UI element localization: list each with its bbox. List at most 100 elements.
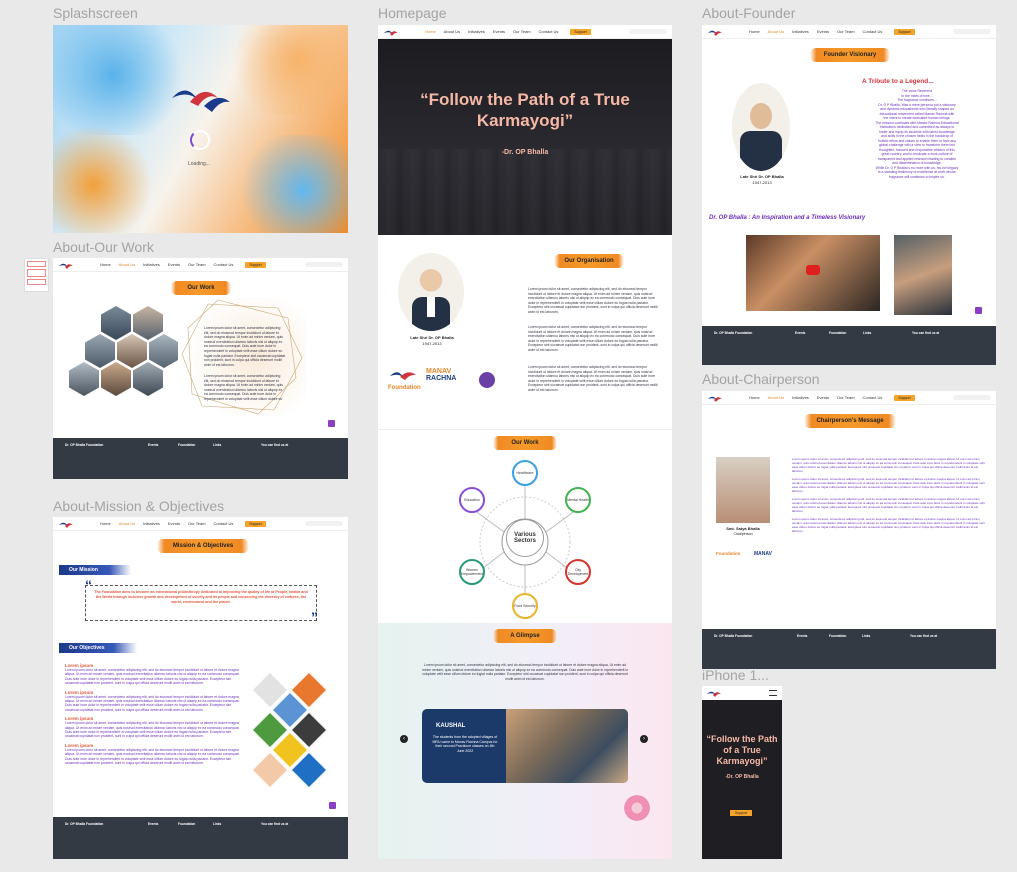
search-input[interactable] — [305, 521, 343, 526]
nav-contact[interactable]: Contact Us — [214, 262, 234, 267]
mission-footer: Dr. OP Bhalla Foundation Events Foundati… — [53, 817, 348, 859]
glimpse-heading: A Glimpse — [493, 629, 557, 643]
hex-photo-3 — [85, 334, 115, 368]
org-person-name: Late Shri Dr. OP Bhalla — [410, 335, 454, 340]
nav-contact[interactable]: Contact Us — [863, 29, 883, 34]
nav-logo-icon[interactable] — [58, 261, 74, 269]
nav-contact[interactable]: Contact Us — [539, 29, 559, 34]
carousel-next-icon[interactable]: › — [640, 735, 648, 743]
our-organisation-heading: Our Organisation — [554, 254, 624, 268]
nav-initiatives[interactable]: Initiatives — [468, 29, 485, 34]
support-button[interactable]: Support — [570, 28, 591, 35]
glimpse-card-text: The students from the adopted villages o… — [432, 735, 498, 753]
frame-label-founder: About-Founder — [702, 5, 796, 21]
nav-home[interactable]: Home — [749, 395, 760, 400]
nav-about[interactable]: About Us — [768, 395, 784, 400]
loading-text: Loading... — [188, 161, 210, 167]
tribute-heading: A Tribute to a Legend... — [862, 78, 934, 85]
mission-nav: Home About Us Initiatives Events Our Tea… — [53, 517, 348, 531]
nav-events[interactable]: Events — [817, 29, 829, 34]
nav-home[interactable]: Home — [100, 262, 111, 267]
sector-healthcare[interactable]: Healthcare — [512, 460, 538, 486]
founder-footer: Dr. OP Bhalla Foundation Events Foundati… — [702, 326, 996, 365]
homepage-nav: Home About Us Initiatives Events Our Tea… — [378, 25, 672, 39]
nav-logo-icon[interactable] — [706, 689, 722, 697]
nav-team[interactable]: Our Team — [837, 29, 855, 34]
nav-about[interactable]: About Us — [444, 29, 460, 34]
founder-visionary-heading: Founder Visionary — [810, 48, 890, 62]
nav-contact[interactable]: Contact Us — [863, 395, 883, 400]
search-input[interactable] — [953, 395, 991, 400]
scroll-top-icon[interactable] — [329, 802, 336, 809]
support-button[interactable]: Support — [894, 28, 915, 35]
chair-nav: Home About Us Initiatives Events Our Tea… — [702, 391, 996, 405]
quote-close-icon: ” — [311, 609, 318, 625]
search-input[interactable] — [629, 29, 667, 34]
ourwork-footer: Dr. OP Bhalla Foundation Events Foundati… — [53, 438, 348, 479]
nav-team[interactable]: Our Team — [513, 29, 531, 34]
support-button[interactable]: Support — [245, 520, 266, 527]
nav-initiatives[interactable]: Initiatives — [792, 395, 809, 400]
glimpse-card-title: KAUSHAL — [436, 723, 466, 729]
nav-team[interactable]: Our Team — [188, 262, 206, 267]
chairperson-photo — [716, 457, 770, 523]
nav-about[interactable]: About Us — [768, 29, 784, 34]
glimpse-card[interactable]: KAUSHAL The students from the adopted vi… — [422, 709, 628, 783]
nav-events[interactable]: Events — [817, 395, 829, 400]
sector-city-development[interactable]: City Development — [565, 559, 591, 585]
nav-logo-icon[interactable] — [707, 28, 723, 36]
nav-about[interactable]: About Us — [119, 521, 135, 526]
nav-logo-icon[interactable] — [383, 28, 399, 36]
carousel-prev-icon[interactable]: ‹ — [400, 735, 408, 743]
video-player[interactable] — [746, 235, 880, 311]
nav-contact[interactable]: Contact Us — [214, 521, 234, 526]
support-button[interactable]: Support — [894, 394, 915, 401]
mission-text: The Foundation aims to become an interna… — [94, 590, 308, 604]
our-mission-heading: Our Mission — [59, 565, 131, 575]
splash-frame: Loading... — [53, 25, 348, 233]
nav-events[interactable]: Events — [168, 262, 180, 267]
founder-photo-2 — [894, 235, 952, 315]
iphone-quote: “Follow the Path of a True Karmayogi” — [706, 734, 778, 766]
nav-initiatives[interactable]: Initiatives — [143, 262, 160, 267]
nav-team[interactable]: Our Team — [188, 521, 206, 526]
nav-logo-icon[interactable] — [58, 520, 74, 528]
org-text-2: Lorem ipsum dolor sit amet, consectetur … — [528, 325, 658, 352]
nav-events[interactable]: Events — [168, 521, 180, 526]
hex-photo-1 — [101, 306, 131, 340]
tribute-poem: The voice Reverend In the mists of time.… — [875, 89, 959, 179]
nav-about[interactable]: About Us — [119, 262, 135, 267]
mission-box: The Foundation aims to become an interna… — [85, 585, 317, 621]
nav-team[interactable]: Our Team — [837, 395, 855, 400]
nav-initiatives[interactable]: Initiatives — [143, 521, 160, 526]
nav-home[interactable]: Home — [100, 521, 111, 526]
ourwork-nav: Home About Us Initiatives Events Our Tea… — [53, 258, 348, 272]
frame-label-splash: Splashscreen — [53, 5, 138, 21]
search-input[interactable] — [305, 262, 343, 267]
glimpse-section: A Glimpse Lorem ipsum dolor sit amet, co… — [378, 623, 672, 859]
sector-mental-health[interactable]: Mental Health — [565, 487, 591, 513]
frame-label-home: Homepage — [378, 5, 447, 21]
chair-role: Chairperson — [733, 532, 753, 536]
frame-label-ourwork: About-Our Work — [53, 239, 154, 255]
hex-photo-5 — [149, 334, 179, 368]
hamburger-menu-icon[interactable] — [769, 690, 777, 696]
scroll-top-icon[interactable] — [328, 420, 335, 427]
sector-food-security[interactable]: Food Security — [512, 593, 538, 619]
ourwork-frame: Home About Us Initiatives Events Our Tea… — [53, 258, 348, 479]
hero-quote: “Follow the Path of a True Karmayogi” — [420, 90, 630, 130]
support-button[interactable]: Support — [245, 261, 266, 268]
nav-logo-icon[interactable] — [707, 394, 723, 402]
manav-logo-small: MANAV — [754, 551, 772, 557]
nav-home[interactable]: Home — [749, 29, 760, 34]
sector-education[interactable]: Education — [459, 487, 485, 513]
play-icon[interactable] — [806, 265, 820, 275]
nav-events[interactable]: Events — [493, 29, 505, 34]
search-input[interactable] — [953, 29, 991, 34]
iphone-support-button[interactable]: Support — [730, 810, 752, 816]
nav-initiatives[interactable]: Initiatives — [792, 29, 809, 34]
nav-home[interactable]: Home — [425, 29, 436, 34]
frame-label-iphone: iPhone 1... — [702, 667, 769, 683]
scroll-top-icon[interactable] — [975, 307, 982, 314]
sector-women-empowerment[interactable]: Women Empowerment — [459, 559, 485, 585]
